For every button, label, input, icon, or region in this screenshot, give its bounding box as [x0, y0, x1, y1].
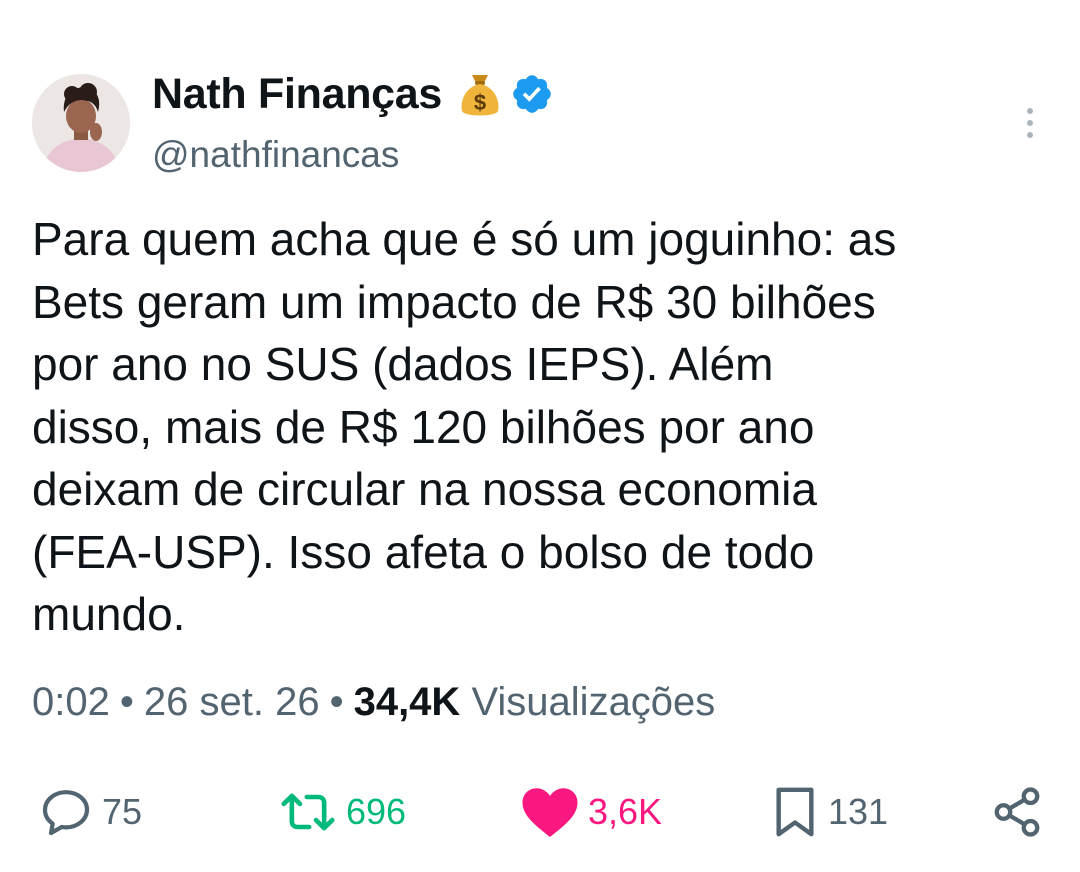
views-label[interactable]: Visualizações — [471, 680, 715, 724]
author-name-row: Nath Finanças $ — [152, 66, 554, 122]
money-bag-icon: $ — [458, 69, 502, 119]
retweet-icon — [281, 793, 335, 831]
retweet-button[interactable]: 696 — [278, 780, 406, 844]
author-handle[interactable]: @nathfinancas — [152, 134, 399, 176]
tweet-text: Para quem acha que é só um joguinho: as … — [32, 213, 897, 640]
reply-count: 75 — [102, 791, 143, 832]
like-count: 3,6K — [588, 791, 663, 832]
reply-icon — [42, 790, 90, 836]
retweet-count: 696 — [346, 791, 407, 832]
tweet-meta: 0:02 • 26 set. 26 • 34,4K Visualizações — [32, 680, 715, 725]
meta-separator: • — [329, 680, 344, 724]
svg-text:$: $ — [474, 90, 486, 115]
reply-button[interactable]: 75 — [38, 780, 142, 844]
bookmark-count: 131 — [828, 791, 889, 832]
action-bar: 75 696 3,6K 131 — [0, 780, 1080, 844]
author-name[interactable]: Nath Finanças — [152, 70, 442, 119]
views-count[interactable]: 34,4K — [354, 680, 461, 724]
verified-badge-icon — [510, 72, 554, 116]
like-button[interactable]: 3,6K — [520, 780, 662, 844]
avatar-image — [32, 74, 130, 172]
share-button[interactable] — [990, 780, 1044, 844]
avatar[interactable] — [32, 74, 130, 172]
tweet-date[interactable]: 26 set. 26 — [144, 680, 320, 724]
heart-icon — [522, 788, 578, 837]
more-options-icon[interactable] — [1020, 106, 1040, 142]
bookmark-icon — [776, 787, 814, 837]
tweet-time[interactable]: 0:02 — [32, 680, 110, 724]
share-icon — [994, 787, 1040, 837]
bookmark-button[interactable]: 131 — [770, 780, 888, 844]
meta-separator: • — [119, 680, 134, 724]
tweet-header: Nath Finanças $ @nathfinancas — [32, 62, 1048, 182]
